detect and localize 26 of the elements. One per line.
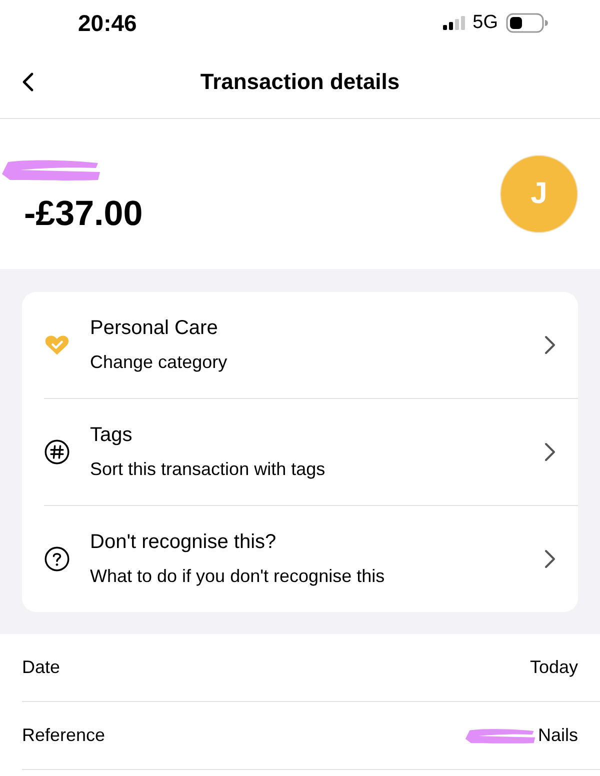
- clock-time: 20:46: [78, 10, 137, 36]
- hashtag-icon: [44, 439, 70, 465]
- row-title: Personal Care: [90, 317, 219, 340]
- row-title: Tags: [90, 424, 134, 447]
- battery-icon: [506, 13, 548, 33]
- help-icon: [44, 546, 70, 572]
- signal-icon: [442, 16, 465, 30]
- merchant-avatar: J: [500, 155, 578, 233]
- detail-label: Date: [22, 657, 60, 678]
- action-row[interactable]: Personal Care Change category: [44, 292, 578, 399]
- chevron-icon: [544, 335, 556, 355]
- detail-value: Nails: [538, 725, 578, 746]
- detail-label: Reference: [22, 725, 106, 746]
- chevron-icon: [544, 442, 556, 462]
- back-icon: [21, 72, 35, 92]
- screen-title: Transaction details: [199, 69, 401, 95]
- action-row[interactable]: Don't recognise this? What to do if you don't recognise this: [44, 506, 578, 612]
- detail-value: Today: [530, 657, 578, 678]
- chevron-icon: [544, 549, 556, 569]
- action-row[interactable]: Tags Sort this transaction with tags: [44, 399, 578, 506]
- network-label: 5G: [472, 12, 498, 34]
- row-subtitle: What to do if you don't recognise this: [90, 566, 386, 587]
- amount-text: -£37.00: [24, 194, 143, 234]
- row-title: Don't recognise this?: [90, 531, 278, 554]
- row-subtitle: Change category: [90, 352, 228, 373]
- row-subtitle: Sort this transaction with tags: [90, 459, 326, 480]
